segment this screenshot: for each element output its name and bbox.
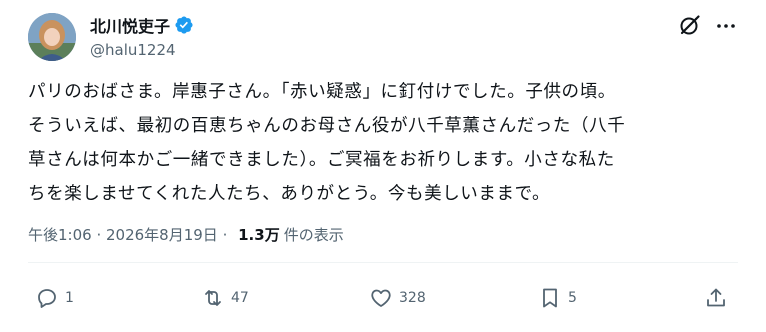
bookmark-button[interactable]: 5: [538, 282, 577, 314]
author-handle[interactable]: @halu1224: [90, 41, 176, 59]
heart-icon: [371, 289, 391, 307]
meta-separator: ·: [91, 225, 106, 244]
repost-button[interactable]: 47: [201, 282, 249, 314]
avatar-image: [28, 13, 76, 61]
action-bar: 1 47 328 5: [0, 282, 766, 314]
grok-button[interactable]: [677, 14, 701, 38]
tweet-text-line: そういえば、最初の百恵ちゃんのお母さん役が八千草薫さんだった（八千: [28, 116, 626, 136]
divider: [28, 262, 738, 263]
reply-count: 1: [65, 290, 74, 306]
like-count: 328: [399, 290, 426, 306]
share-icon: [707, 288, 725, 307]
author-name-row: 北川悦吏子: [90, 14, 194, 36]
tweet-text-line: パリのおばさま。岸惠子さん。「赤い疑惑」に釘付けでした。子供の頃。: [28, 82, 616, 102]
tweet-time[interactable]: 午後1:06: [28, 224, 92, 245]
more-options-button[interactable]: [714, 14, 738, 38]
verified-badge-icon[interactable]: [174, 15, 194, 35]
bookmark-icon: [543, 288, 557, 308]
repost-icon: [205, 290, 221, 306]
reply-icon: [38, 289, 56, 308]
like-button[interactable]: 328: [369, 282, 426, 314]
meta-separator: ·: [217, 225, 233, 244]
tweet-meta: 午後1:06 · 2026年8月19日 · 1.3万 件の表示: [28, 224, 344, 245]
author-display-name[interactable]: 北川悦吏子: [90, 13, 170, 37]
share-button[interactable]: [704, 282, 728, 314]
grok-icon: [680, 15, 700, 35]
avatar[interactable]: [28, 13, 76, 61]
tweet-text: パリのおばさま。岸惠子さん。「赤い疑惑」に釘付けでした。子供の頃。 そういえば、…: [28, 75, 748, 211]
views-count[interactable]: 1.3万: [238, 224, 280, 245]
tweet-text-line: ちを楽しませてくれた人たち、ありがとう。今も美しいままで。: [28, 184, 551, 204]
tweet-text-line: 草さんは何本かご一緒できました）。ご冥福をお祈りします。小さな私た: [28, 150, 615, 170]
more-icon: [717, 24, 735, 28]
views-label[interactable]: 件の表示: [284, 224, 344, 245]
tweet-date[interactable]: 2026年8月19日: [106, 224, 218, 245]
repost-count: 47: [231, 290, 249, 306]
reply-button[interactable]: 1: [35, 282, 74, 314]
bookmark-count: 5: [568, 290, 577, 306]
